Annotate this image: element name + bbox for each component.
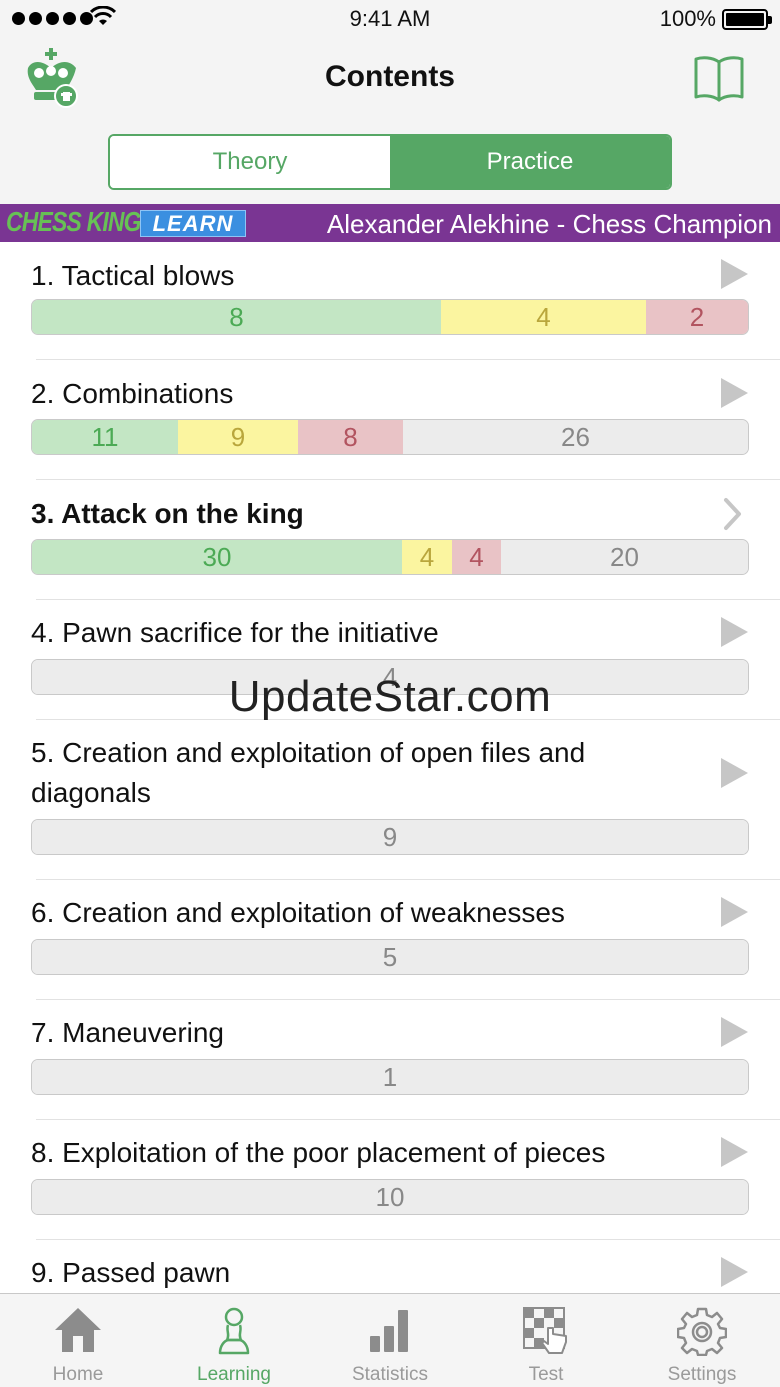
item-title: 4. Pawn sacrifice for the initiative	[31, 617, 439, 648]
item-title: 2. Combinations	[31, 378, 234, 409]
chessboard-hand-icon	[523, 1307, 567, 1354]
progress-partial: 4	[441, 300, 646, 334]
tab-bar: Home Learning Statistics Test Settings	[0, 1293, 780, 1387]
page-title: Contents	[325, 60, 455, 93]
item-title: 3. Attack on the king	[31, 498, 304, 529]
list-item-1[interactable]: 1. Tactical blows 8 4 2	[0, 242, 780, 360]
item-title: 7. Maneuvering	[31, 1017, 225, 1048]
brand-name: CHESS KING	[6, 206, 142, 237]
list-item-9[interactable]: 9. Passed pawn	[0, 1240, 780, 1293]
progress-solved: 11	[32, 420, 178, 454]
top-area: 9:41 AM 100% Contents Theory Practice	[0, 0, 780, 204]
play-arrow-icon[interactable]	[721, 378, 748, 408]
item-title: 6. Creation and exploitation of weakness…	[31, 897, 565, 928]
tab-home[interactable]: Home	[0, 1294, 156, 1387]
tab-learning[interactable]: Learning	[156, 1294, 312, 1387]
progress-partial: 9	[178, 420, 298, 454]
play-arrow-icon[interactable]	[721, 1257, 748, 1287]
battery-percent: 100%	[659, 6, 716, 31]
progress-failed: 8	[298, 420, 403, 454]
list-item-3[interactable]: 3. Attack on the king 30 4 4 20	[0, 480, 780, 600]
progress-bar: 10	[31, 1179, 749, 1215]
tab-label-home: Home	[52, 1364, 104, 1385]
status-bar: 9:41 AM 100%	[0, 0, 780, 40]
tab-test[interactable]: Test	[468, 1294, 624, 1387]
progress-bar: 5	[31, 939, 749, 975]
tab-settings[interactable]: Settings	[624, 1294, 780, 1387]
progress-remaining: 1	[32, 1060, 748, 1094]
item-title: 1. Tactical blows	[31, 260, 235, 291]
progress-remaining: 5	[32, 940, 748, 974]
segment-theory[interactable]: Theory	[110, 136, 390, 188]
progress-bar: 30 4 4 20	[31, 539, 749, 575]
book-icon[interactable]	[693, 54, 745, 102]
progress-bar: 9	[31, 819, 749, 855]
progress-remaining: 26	[403, 420, 748, 454]
tab-label-statistics: Statistics	[351, 1364, 429, 1385]
gear-icon	[677, 1307, 727, 1356]
learn-badge: LEARN	[140, 210, 246, 237]
tab-statistics[interactable]: Statistics	[312, 1294, 468, 1387]
progress-failed: 4	[452, 540, 501, 574]
play-arrow-icon[interactable]	[721, 897, 748, 927]
course-title: Alexander Alekhine - Chess Champion	[326, 209, 772, 239]
tab-label-learning: Learning	[197, 1364, 271, 1385]
progress-bar: 1	[31, 1059, 749, 1095]
watermark-text: UpdateStar.com	[228, 672, 552, 721]
play-arrow-icon[interactable]	[721, 617, 748, 647]
battery-icon	[722, 9, 772, 30]
progress-remaining: 20	[501, 540, 748, 574]
play-arrow-icon[interactable]	[721, 1137, 748, 1167]
list-item-7[interactable]: 7. Maneuvering 1	[0, 1000, 780, 1120]
progress-bar: 8 4 2	[31, 299, 749, 335]
progress-solved: 8	[32, 300, 441, 334]
play-arrow-icon[interactable]	[721, 758, 748, 788]
segment-practice[interactable]: Practice	[390, 136, 670, 188]
list-item-8[interactable]: 8. Exploitation of the poor placement of…	[0, 1120, 780, 1240]
play-arrow-icon[interactable]	[721, 1017, 748, 1047]
item-title: 8. Exploitation of the poor placement of…	[31, 1137, 606, 1168]
play-arrow-icon[interactable]	[721, 259, 748, 289]
item-title: 9. Passed pawn	[31, 1257, 231, 1288]
home-icon	[55, 1308, 101, 1352]
pawn-icon	[218, 1307, 250, 1355]
list-item-2[interactable]: 2. Combinations 11 9 8 26	[0, 360, 780, 480]
progress-remaining: 9	[32, 820, 748, 854]
item-title: 5. Creation and exploitation of open fil…	[31, 737, 586, 808]
theory-practice-segmented-control: Theory Practice	[108, 134, 672, 190]
progress-bar: 11 9 8 26	[31, 419, 749, 455]
progress-remaining: 10	[32, 1180, 748, 1214]
list-item-5[interactable]: 5. Creation and exploitation of open fil…	[0, 720, 780, 880]
tab-label-settings: Settings	[667, 1364, 737, 1385]
progress-partial: 4	[402, 540, 452, 574]
bar-chart-icon	[370, 1310, 408, 1352]
progress-failed: 2	[646, 300, 748, 334]
tab-label-test: Test	[528, 1364, 564, 1385]
chapter-list[interactable]: 1. Tactical blows 8 4 2 2. Combinations …	[0, 242, 780, 1293]
course-banner: CHESS KING LEARN Alexander Alekhine - Ch…	[0, 204, 780, 242]
progress-solved: 30	[32, 540, 402, 574]
list-item-6[interactable]: 6. Creation and exploitation of weakness…	[0, 880, 780, 1000]
chevron-right-icon[interactable]	[722, 496, 744, 532]
